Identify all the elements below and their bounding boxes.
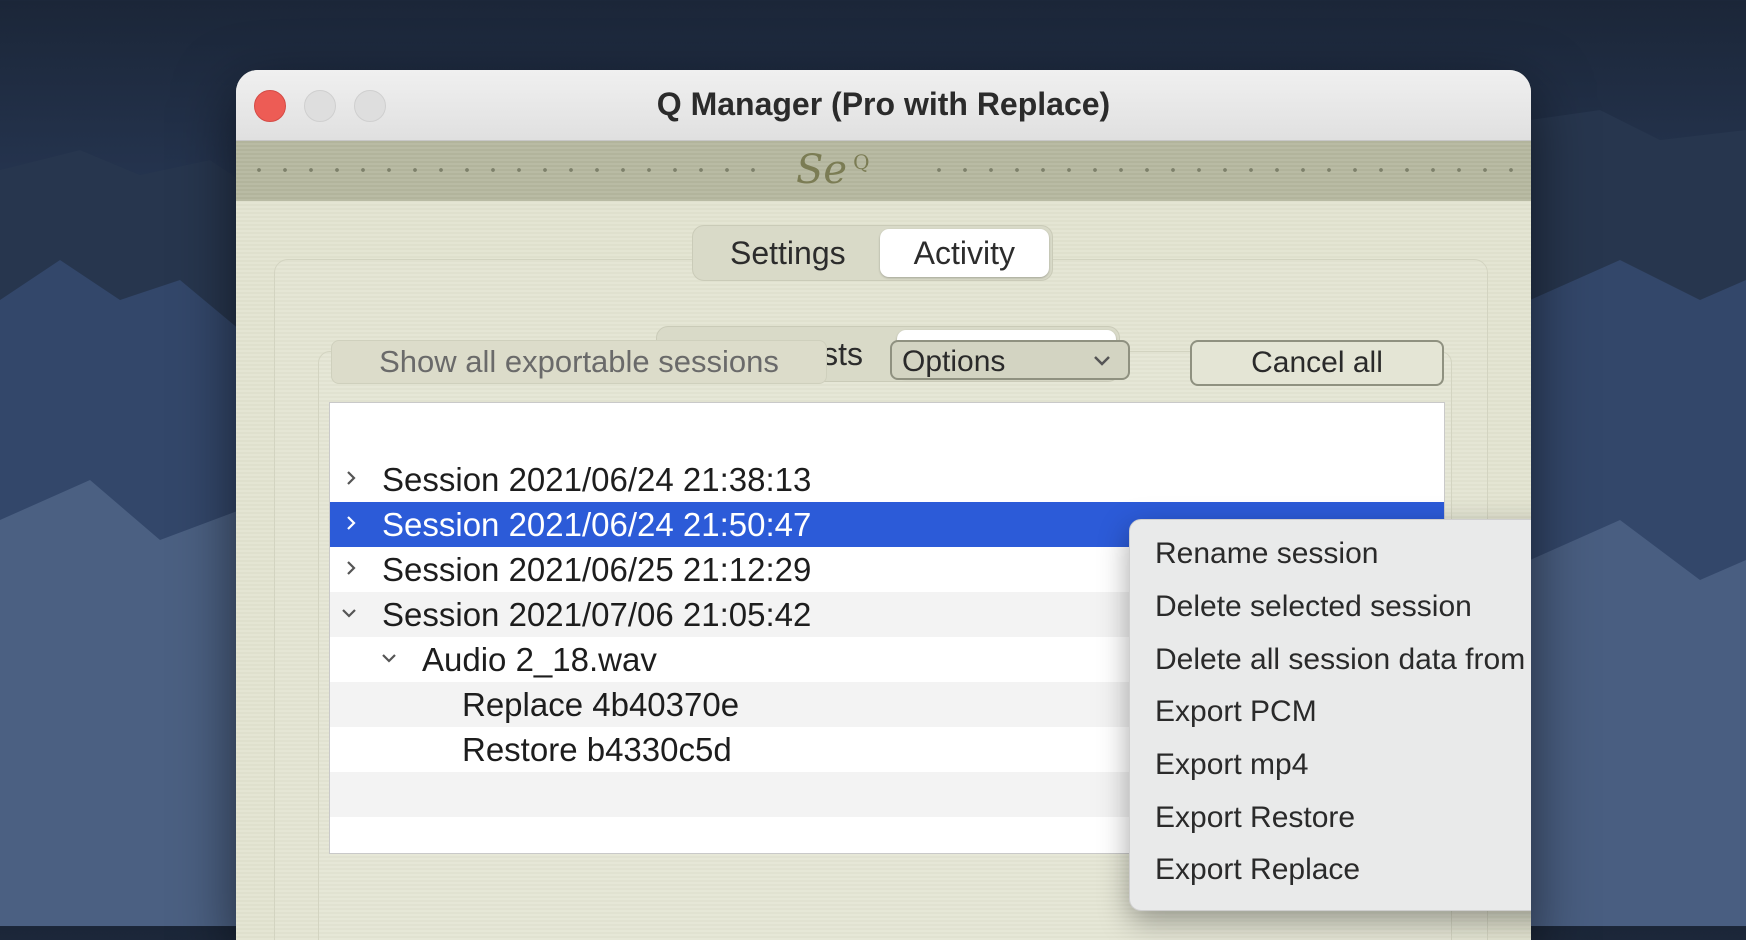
banner-dots-left bbox=[246, 168, 766, 172]
cancel-all-button[interactable]: Cancel all bbox=[1190, 340, 1444, 386]
options-label: Options bbox=[902, 345, 1006, 378]
tab-activity[interactable]: Activity bbox=[879, 229, 1049, 277]
item-label: Replace 4b40370e bbox=[462, 686, 740, 723]
session-label: Session 2021/06/25 21:12:29 bbox=[382, 551, 812, 588]
chevron-right-icon[interactable] bbox=[342, 469, 360, 487]
item-label: Restore b4330c5d bbox=[462, 731, 732, 768]
main-tabs: Settings Activity bbox=[692, 225, 1053, 281]
menu-item-delete-all-session-data[interactable]: Delete all session data from disk bbox=[1155, 640, 1531, 680]
brand-banner: Se Q bbox=[236, 141, 1531, 202]
brand-logo-text: Se bbox=[796, 147, 848, 193]
title-bar: Q Manager (Pro with Replace) bbox=[236, 70, 1531, 141]
options-popup-button[interactable]: Options bbox=[890, 340, 1130, 380]
chevron-right-icon[interactable] bbox=[342, 559, 360, 577]
file-label: Audio 2_18.wav bbox=[422, 641, 657, 678]
menu-item-export-pcm[interactable]: Export PCM bbox=[1155, 692, 1317, 732]
chevron-down-icon[interactable] bbox=[380, 649, 398, 667]
menu-item-delete-selected-session[interactable]: Delete selected session bbox=[1155, 587, 1472, 627]
session-label: Session 2021/07/06 21:05:42 bbox=[382, 596, 812, 633]
session-label: Session 2021/06/24 21:50:47 bbox=[382, 506, 812, 543]
menu-item-rename-session[interactable]: Rename session bbox=[1155, 534, 1378, 574]
options-menu: Rename session Delete selected session D… bbox=[1129, 519, 1531, 911]
brand-logo-sup: Q bbox=[853, 149, 870, 174]
brand-logo: Se Q bbox=[796, 147, 869, 193]
tab-settings[interactable]: Settings bbox=[696, 229, 880, 277]
menu-item-export-replace[interactable]: Export Replace bbox=[1155, 850, 1360, 890]
session-label: Session 2021/06/24 21:38:13 bbox=[382, 461, 812, 498]
q-manager-window: Q Manager (Pro with Replace) Se Q Setting… bbox=[236, 70, 1531, 940]
banner-dots-right bbox=[926, 168, 1526, 172]
menu-item-export-restore[interactable]: Export Restore bbox=[1155, 798, 1355, 838]
window-title: Q Manager (Pro with Replace) bbox=[656, 86, 1111, 122]
table-row[interactable]: Session 2021/06/24 21:38:13 bbox=[330, 457, 1444, 502]
chevron-down-icon bbox=[1094, 356, 1110, 366]
chevron-down-icon[interactable] bbox=[340, 604, 358, 622]
show-all-sessions-button[interactable]: Show all exportable sessions bbox=[331, 340, 827, 384]
chevron-right-icon[interactable] bbox=[342, 514, 360, 532]
menu-item-export-mp4[interactable]: Export mp4 bbox=[1155, 745, 1308, 785]
